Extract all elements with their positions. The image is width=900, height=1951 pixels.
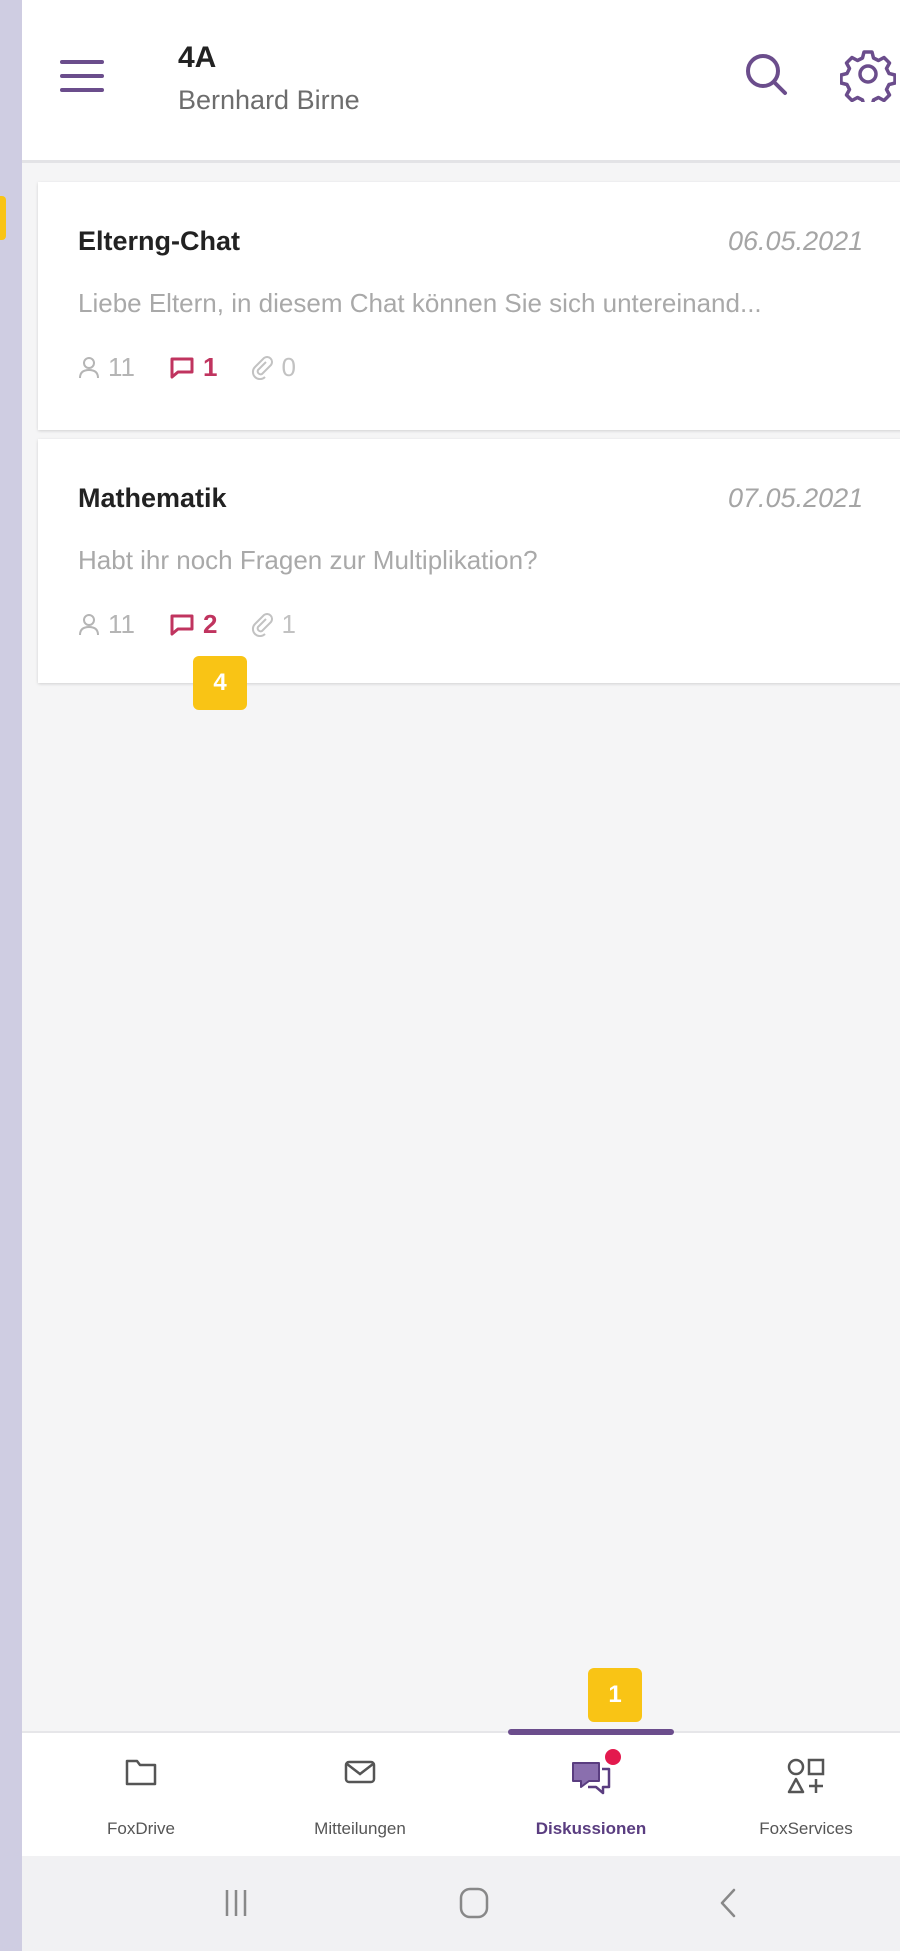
- discussion-date: 07.05.2021: [728, 483, 864, 513]
- message-icon: [169, 356, 195, 380]
- callout-badge-4: 4: [193, 656, 247, 710]
- settings-button[interactable]: [839, 46, 897, 108]
- messages-count-value: 1: [203, 352, 218, 382]
- gear-icon: [839, 50, 897, 108]
- recent-apps-icon: [225, 1890, 247, 1916]
- discussion-meta: 11 1 0: [78, 352, 330, 383]
- mail-icon: [343, 1757, 377, 1792]
- back-icon: [720, 1888, 736, 1918]
- members-count: 11: [78, 352, 135, 383]
- nav-label: FoxServices: [759, 1819, 853, 1838]
- messages-count: 2: [169, 609, 217, 640]
- discussion-date: 06.05.2021: [728, 226, 864, 256]
- search-button[interactable]: [738, 46, 794, 102]
- discussion-title: Elterng-Chat: [78, 226, 240, 256]
- nav-label: FoxDrive: [106, 1819, 175, 1838]
- services-icon: [786, 1757, 826, 1802]
- discussion-preview: Habt ihr noch Fragen zur Multiplikation?: [78, 545, 538, 575]
- discussion-title: Mathematik: [78, 483, 227, 513]
- app-screen: 4A Bernhard Birne Elterng-Chat 06.05.202…: [22, 0, 900, 1951]
- chat-icon: [569, 1749, 621, 1802]
- discussion-card[interactable]: Elterng-Chat 06.05.2021 Liebe Eltern, in…: [38, 182, 900, 430]
- attachments-count: 1: [251, 609, 296, 640]
- messages-count: 1: [169, 352, 217, 383]
- unread-dot: [605, 1749, 621, 1765]
- members-count-value: 11: [108, 352, 135, 382]
- callout-badge-1: 1: [588, 1668, 642, 1722]
- recent-apps-button[interactable]: [206, 1880, 266, 1926]
- attachments-count: 0: [251, 352, 296, 383]
- title-block: 4A Bernhard Birne: [178, 40, 360, 118]
- paperclip-icon: [251, 355, 274, 380]
- members-count-value: 11: [108, 609, 135, 639]
- members-count: 11: [78, 609, 135, 640]
- nav-label: Mitteilungen: [314, 1819, 406, 1838]
- nav-label: Diskussionen: [535, 1819, 647, 1838]
- app-bar: 4A Bernhard Birne: [22, 0, 900, 163]
- folder-icon: [124, 1757, 158, 1792]
- attachments-count-value: 0: [281, 352, 296, 382]
- hamburger-icon-line: [60, 60, 104, 64]
- nav-item-foxservices[interactable]: FoxServices: [706, 1733, 900, 1858]
- page-subtitle: Bernhard Birne: [178, 85, 360, 115]
- messages-count-value: 2: [203, 609, 218, 639]
- attachments-count-value: 1: [281, 609, 296, 639]
- user-icon: [78, 356, 100, 380]
- hamburger-icon-line: [60, 74, 104, 78]
- hamburger-icon-line: [60, 88, 104, 92]
- home-button[interactable]: [444, 1880, 504, 1926]
- nav-item-mitteilungen[interactable]: Mitteilungen: [260, 1733, 460, 1858]
- discussion-preview: Liebe Eltern, in diesem Chat können Sie …: [78, 288, 762, 318]
- back-button[interactable]: [698, 1880, 758, 1926]
- home-icon: [459, 1887, 489, 1919]
- menu-button[interactable]: [60, 54, 104, 98]
- discussion-meta: 11 2 1: [78, 609, 330, 640]
- search-icon: [746, 54, 787, 95]
- left-callout-marker: [0, 196, 6, 240]
- bottom-navigation: FoxDrive Mitteilungen Diskussionen FoxSe…: [22, 1729, 900, 1858]
- discussion-card[interactable]: Mathematik 07.05.2021 Habt ihr noch Frag…: [38, 439, 900, 683]
- page-title: 4A: [178, 41, 217, 74]
- user-icon: [78, 613, 100, 637]
- system-navigation-bar: [22, 1856, 900, 1951]
- nav-item-diskussionen[interactable]: Diskussionen: [491, 1733, 691, 1858]
- message-icon: [169, 613, 195, 637]
- paperclip-icon: [251, 612, 274, 637]
- nav-item-foxdrive[interactable]: FoxDrive: [41, 1733, 241, 1858]
